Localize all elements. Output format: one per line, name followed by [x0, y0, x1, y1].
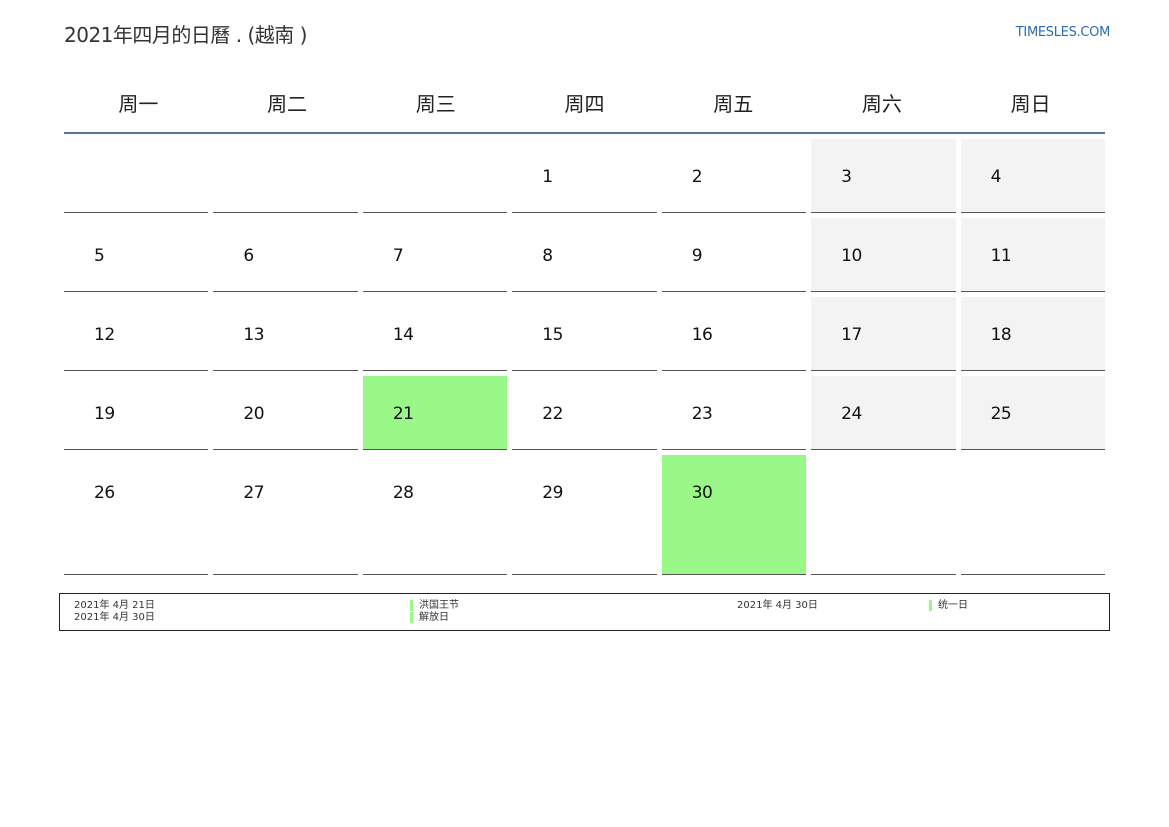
day-cell: 15 — [512, 297, 657, 371]
holiday-legend: 2021年 4月 21日 洪国王节 2021年 4月 30日 解放日 2021年… — [59, 593, 1110, 631]
legend-holiday-name: 解放日 — [419, 612, 449, 623]
day-number: 14 — [392, 325, 414, 345]
day-cell-weekend: 25 — [960, 376, 1105, 450]
day-cell: 1 — [512, 139, 657, 213]
day-number: 10 — [841, 246, 862, 266]
day-number: 27 — [243, 483, 265, 503]
day-number: 4 — [990, 167, 1002, 187]
day-cell: 16 — [661, 297, 807, 371]
day-number: 28 — [392, 483, 414, 503]
day-cell-weekend: 24 — [811, 376, 956, 450]
day-cell: 26 — [64, 455, 209, 575]
day-number: 26 — [94, 483, 115, 503]
week-row: 19 20 21 22 23 24 25 — [64, 376, 1105, 450]
day-cell: 6 — [213, 218, 358, 292]
day-number: 30 — [691, 483, 713, 503]
day-cell-weekend: 4 — [960, 139, 1105, 213]
day-number: 29 — [542, 483, 563, 503]
day-cell-weekend — [811, 455, 956, 575]
day-cell-weekend: 17 — [811, 297, 956, 371]
day-cell: 13 — [213, 297, 358, 371]
day-cell: 8 — [512, 218, 657, 292]
day-number: 9 — [691, 246, 703, 266]
day-cell-holiday: 21 — [362, 376, 508, 450]
day-cell-weekend: 3 — [811, 139, 956, 213]
day-cell-weekend: 18 — [960, 297, 1105, 371]
day-number: 1 — [542, 167, 553, 187]
day-cell: 29 — [512, 455, 657, 575]
day-cell: 19 — [64, 376, 209, 450]
legend-color-marker — [410, 600, 413, 611]
legend-color-marker — [410, 612, 413, 623]
day-number: 20 — [243, 404, 265, 424]
day-number: 17 — [841, 325, 862, 345]
day-cell-weekend — [960, 455, 1105, 575]
legend-holiday-name: 统一日 — [938, 600, 968, 611]
day-number: 2 — [691, 167, 703, 187]
day-number: 13 — [243, 325, 265, 345]
week-row: 5 6 7 8 9 10 11 — [64, 218, 1105, 292]
day-cell-weekend: 10 — [811, 218, 956, 292]
day-number: 19 — [94, 404, 115, 424]
day-cell: 23 — [661, 376, 807, 450]
page-title: 2021年四月的日曆 . (越南 ) — [64, 23, 307, 47]
day-cell: 14 — [362, 297, 508, 371]
day-cell: 7 — [362, 218, 508, 292]
day-number: 8 — [542, 246, 553, 266]
day-number: 22 — [542, 404, 563, 424]
week-row: 26 27 28 29 30 — [64, 455, 1105, 575]
day-number: 3 — [841, 167, 852, 187]
weekday-label: 周三 — [415, 91, 456, 116]
legend-date: 2021年 4月 21日 — [74, 600, 155, 611]
day-cell — [64, 139, 209, 213]
weekday-label: 周四 — [564, 91, 605, 116]
day-number: 15 — [542, 325, 563, 345]
legend-holiday-name: 洪国王节 — [419, 600, 459, 611]
week-row: 12 13 14 15 16 17 18 — [64, 297, 1105, 371]
day-cell: 2 — [661, 139, 807, 213]
day-number: 11 — [990, 246, 1012, 266]
day-cell — [213, 139, 358, 213]
day-cell: 20 — [213, 376, 358, 450]
day-number: 12 — [94, 325, 115, 345]
day-number: 18 — [990, 325, 1012, 345]
day-number: 23 — [691, 404, 713, 424]
day-cell-weekend: 11 — [960, 218, 1105, 292]
weekday-header: 周一 周二 周三 周四 周五 周六 周日 — [64, 72, 1105, 134]
legend-color-marker — [929, 600, 932, 611]
calendar-grid: 周一 周二 周三 周四 周五 周六 周日 1 2 3 4 5 6 7 8 9 1… — [64, 72, 1105, 575]
day-number: 21 — [392, 404, 414, 424]
weekday-label: 周六 — [861, 91, 902, 116]
day-number: 7 — [392, 246, 404, 266]
weekday-label: 周日 — [1010, 91, 1051, 116]
day-cell: 5 — [64, 218, 209, 292]
day-cell: 27 — [213, 455, 358, 575]
day-cell — [362, 139, 508, 213]
day-cell: 9 — [661, 218, 807, 292]
day-cell: 28 — [362, 455, 508, 575]
day-cell: 12 — [64, 297, 209, 371]
day-cell: 22 — [512, 376, 657, 450]
day-number: 24 — [841, 404, 862, 424]
day-number: 16 — [691, 325, 713, 345]
week-row: 1 2 3 4 — [64, 139, 1105, 213]
weekday-label: 周一 — [118, 91, 159, 116]
site-link[interactable]: TIMESLES.COM — [1016, 25, 1111, 40]
day-cell-holiday: 30 — [661, 455, 807, 575]
day-number: 6 — [243, 246, 254, 266]
weekday-label: 周五 — [713, 91, 754, 116]
weekday-label: 周二 — [267, 91, 308, 116]
legend-date: 2021年 4月 30日 — [74, 612, 155, 623]
day-number: 25 — [990, 404, 1012, 424]
legend-date: 2021年 4月 30日 — [737, 600, 818, 611]
day-number: 5 — [94, 246, 105, 266]
